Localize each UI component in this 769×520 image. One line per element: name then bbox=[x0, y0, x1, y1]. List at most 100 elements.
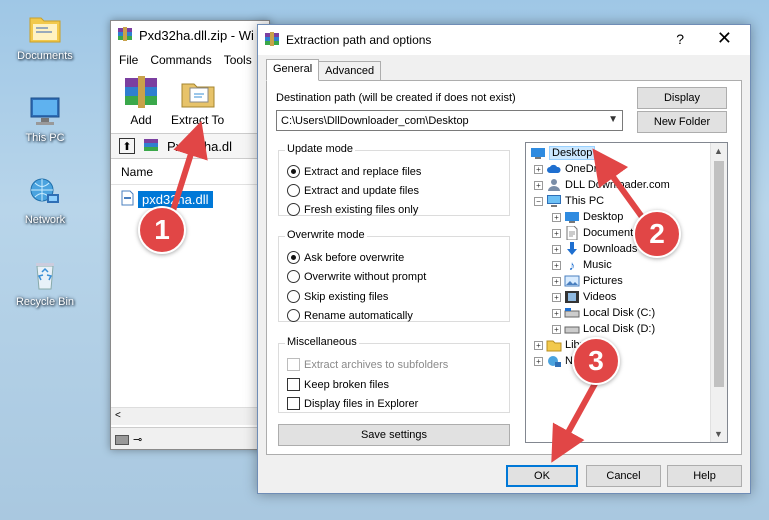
collapse-icon[interactable]: − bbox=[534, 196, 543, 206]
update-mode-group: Update mode Extract and replace files Ex… bbox=[278, 143, 510, 216]
menu-tools[interactable]: Tools bbox=[224, 53, 252, 67]
save-settings-button[interactable]: Save settings bbox=[278, 424, 510, 446]
tree-item-downloads[interactable]: + Downloads bbox=[552, 241, 637, 257]
tree-item-desktop-root[interactable]: Desktop bbox=[530, 145, 596, 161]
winrar-toolbar: Add Extract To bbox=[111, 71, 269, 133]
tab-general[interactable]: General bbox=[266, 59, 320, 81]
tree-item-videos[interactable]: + Videos bbox=[552, 289, 616, 305]
radio-rename-automatically[interactable]: Rename automatically bbox=[287, 309, 413, 322]
destination-label: Destination path (will be created if doe… bbox=[276, 92, 516, 104]
add-button[interactable]: Add bbox=[121, 76, 161, 127]
radio-overwrite-without-prompt[interactable]: Overwrite without prompt bbox=[287, 270, 426, 283]
desktop-icon bbox=[530, 146, 546, 160]
file-row[interactable]: pxd32ha.dll bbox=[111, 189, 269, 209]
radio-button[interactable] bbox=[287, 309, 300, 322]
close-icon[interactable]: ✕ bbox=[717, 28, 732, 49]
menu-commands[interactable]: Commands bbox=[150, 53, 211, 67]
scroll-left-icon[interactable]: < bbox=[115, 410, 121, 421]
folder-tree[interactable]: Desktop + OneDri + DLL Downloader.com − … bbox=[525, 142, 728, 443]
scroll-thumb[interactable] bbox=[714, 161, 724, 387]
tree-item-desktop[interactable]: + Desktop bbox=[552, 209, 623, 225]
network-icon bbox=[546, 354, 562, 368]
expand-icon[interactable]: + bbox=[552, 308, 561, 318]
up-folder-icon[interactable]: ⬆ bbox=[119, 138, 135, 154]
radio-button[interactable] bbox=[287, 270, 300, 283]
radio-extract-update[interactable]: Extract and update files bbox=[287, 184, 419, 197]
add-archive-icon bbox=[121, 76, 161, 110]
radio-button-selected[interactable] bbox=[287, 165, 300, 178]
overwrite-mode-title: Overwrite mode bbox=[285, 229, 367, 241]
help-button[interactable]: Help bbox=[667, 465, 742, 487]
computer-icon bbox=[546, 194, 562, 208]
desktop-icon-documents[interactable]: Documents bbox=[5, 12, 85, 62]
desktop-icon-recycle-bin[interactable]: Recycle Bin bbox=[5, 258, 85, 308]
expand-icon[interactable]: + bbox=[552, 212, 561, 222]
expand-icon[interactable]: + bbox=[534, 356, 543, 366]
help-icon[interactable]: ? bbox=[676, 31, 684, 47]
tree-item-music[interactable]: + ♪ Music bbox=[552, 257, 612, 273]
desktop-icon-label: Recycle Bin bbox=[15, 296, 75, 308]
drive-icon bbox=[115, 434, 129, 445]
expand-icon[interactable]: + bbox=[552, 260, 561, 270]
expand-icon[interactable]: + bbox=[552, 292, 561, 302]
update-mode-title: Update mode bbox=[285, 143, 356, 155]
tree-item-pictures[interactable]: + Pictures bbox=[552, 273, 623, 289]
dialog-title: Extraction path and options bbox=[286, 33, 432, 47]
winrar-title: Pxd32ha.dll.zip - Wi bbox=[139, 27, 254, 43]
expand-icon[interactable]: + bbox=[534, 180, 543, 190]
radio-skip-existing[interactable]: Skip existing files bbox=[287, 290, 388, 303]
expand-icon[interactable]: + bbox=[552, 228, 561, 238]
tree-item-this-pc[interactable]: − This PC bbox=[534, 193, 604, 209]
scroll-up-icon[interactable]: ▲ bbox=[714, 146, 723, 156]
new-folder-button[interactable]: New Folder bbox=[637, 111, 727, 133]
tree-item-onedrive[interactable]: + OneDri bbox=[534, 161, 600, 177]
destination-path-combo[interactable]: C:\Users\DllDownloader_com\Desktop ▼ bbox=[276, 110, 623, 131]
expand-icon[interactable]: + bbox=[552, 276, 561, 286]
tree-item-dll-downloader[interactable]: + DLL Downloader.com bbox=[534, 177, 670, 193]
menu-file[interactable]: File bbox=[119, 53, 138, 67]
tree-item-documents[interactable]: + Documents bbox=[552, 225, 639, 241]
status-bar: ⊸ bbox=[111, 427, 269, 449]
extraction-dialog: Extraction path and options ? ✕ General … bbox=[257, 24, 751, 494]
tree-item-local-disk-c[interactable]: + Local Disk (C:) bbox=[552, 305, 655, 321]
expand-icon[interactable]: + bbox=[552, 324, 561, 334]
scroll-down-icon[interactable]: ▼ bbox=[714, 429, 723, 439]
radio-button[interactable] bbox=[287, 203, 300, 216]
overwrite-mode-group: Overwrite mode Ask before overwrite Over… bbox=[278, 229, 510, 322]
desktop-icon-network[interactable]: Network bbox=[5, 176, 85, 226]
film-icon bbox=[564, 290, 580, 304]
ok-button[interactable]: OK bbox=[506, 465, 578, 487]
extract-to-button[interactable]: Extract To bbox=[171, 76, 224, 127]
radio-button-selected[interactable] bbox=[287, 251, 300, 264]
checkbox-keep-broken-files[interactable]: Keep broken files bbox=[287, 378, 389, 391]
dialog-titlebar[interactable]: Extraction path and options ? ✕ bbox=[258, 25, 750, 55]
winrar-titlebar[interactable]: Pxd32ha.dll.zip - Wi bbox=[111, 21, 269, 49]
checkbox-disabled bbox=[287, 358, 300, 371]
expand-icon[interactable]: + bbox=[534, 340, 543, 350]
radio-fresh-existing[interactable]: Fresh existing files only bbox=[287, 203, 418, 216]
document-icon bbox=[564, 225, 580, 241]
cloud-icon bbox=[546, 162, 562, 176]
winrar-path: Pxd32ha.dl bbox=[167, 138, 233, 154]
radio-extract-replace[interactable]: Extract and replace files bbox=[287, 165, 421, 178]
tree-item-local-disk-d[interactable]: + Local Disk (D:) bbox=[552, 321, 655, 337]
radio-ask-before-overwrite[interactable]: Ask before overwrite bbox=[287, 251, 404, 264]
tree-scrollbar[interactable]: ▲ ▼ bbox=[710, 143, 727, 442]
library-icon bbox=[546, 338, 562, 352]
tab-advanced[interactable]: Advanced bbox=[318, 61, 382, 81]
recycle-bin-icon bbox=[27, 258, 63, 292]
display-button[interactable]: Display bbox=[637, 87, 727, 109]
desktop-icon-label: This PC bbox=[25, 132, 65, 144]
cancel-button[interactable]: Cancel bbox=[586, 465, 661, 487]
checkbox[interactable] bbox=[287, 397, 300, 410]
desktop-icon-this-pc[interactable]: This PC bbox=[5, 94, 85, 144]
expand-icon[interactable]: + bbox=[534, 164, 543, 174]
radio-button[interactable] bbox=[287, 290, 300, 303]
expand-icon[interactable]: + bbox=[552, 244, 561, 254]
checkbox-display-in-explorer[interactable]: Display files in Explorer bbox=[287, 397, 418, 410]
column-header-name[interactable]: Name bbox=[111, 159, 269, 185]
chevron-down-icon[interactable]: ▼ bbox=[608, 114, 618, 125]
radio-button[interactable] bbox=[287, 184, 300, 197]
horizontal-scrollbar[interactable]: < bbox=[111, 407, 269, 425]
checkbox[interactable] bbox=[287, 378, 300, 391]
